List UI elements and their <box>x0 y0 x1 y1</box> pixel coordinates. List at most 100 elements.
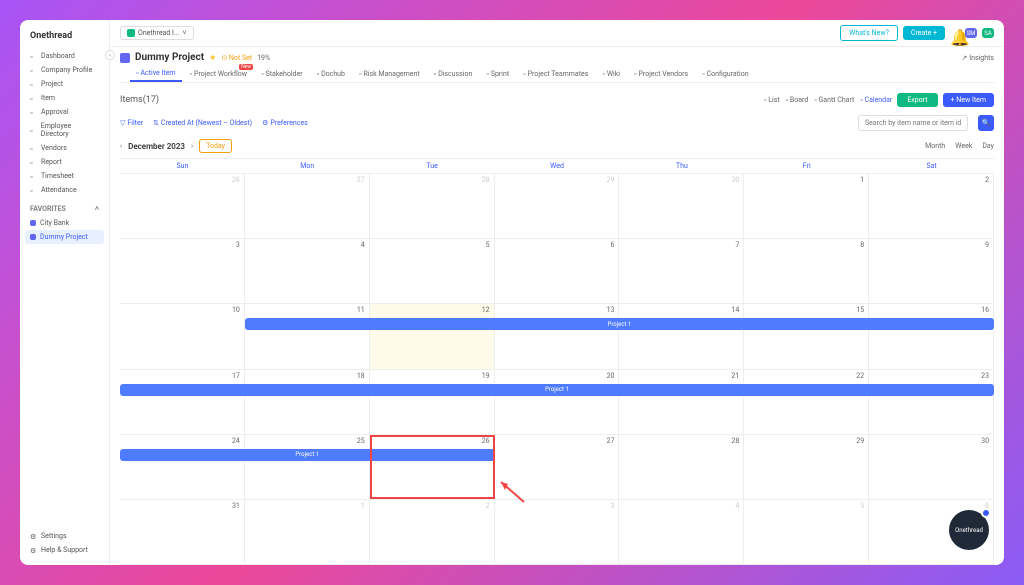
sort-button[interactable]: ⇅ Created At (Newest – Oldest) <box>153 119 252 127</box>
calendar-cell[interactable]: 18 <box>245 370 370 434</box>
sidebar-item-approval[interactable]: ▫Approval <box>25 105 104 119</box>
calendar-cell[interactable]: 1 <box>744 174 869 238</box>
calendar-cell[interactable]: 3 <box>495 500 620 564</box>
calendar-cell[interactable]: 8 <box>744 239 869 303</box>
calendar-cell[interactable]: 29 <box>495 174 620 238</box>
calendar-cell[interactable]: 16 <box>869 304 994 368</box>
user-avatar-2[interactable]: SA <box>982 28 994 38</box>
tab-stakeholder[interactable]: ▫Stakeholder <box>255 66 309 82</box>
calendar-cell[interactable]: 12 <box>370 304 495 368</box>
sidebar-item-company-profile[interactable]: ▫Company Profile <box>25 63 104 77</box>
calendar-cell[interactable]: 11 <box>245 304 370 368</box>
tab-active-item[interactable]: ▫Active Item <box>130 66 182 82</box>
calendar-cell[interactable]: 30 <box>869 435 994 499</box>
tab-project-workflow[interactable]: ▫Project WorkflowNew <box>184 66 254 82</box>
sidebar-item-report[interactable]: ▫Report <box>25 155 104 169</box>
calendar-cell[interactable]: 2 <box>370 500 495 564</box>
view-gantt-chart[interactable]: ▫ Gantt Chart <box>814 96 854 104</box>
nav-icon: ▫ <box>30 173 37 180</box>
calendar-cell[interactable]: 3 <box>120 239 245 303</box>
view-calendar[interactable]: ▫ Calendar <box>860 96 892 104</box>
create-button[interactable]: Create + <box>903 26 945 40</box>
star-icon[interactable]: ★ <box>209 53 216 62</box>
workspace-selector[interactable]: Onethread I... ˅ <box>120 26 194 40</box>
calendar-cell[interactable]: 7 <box>619 239 744 303</box>
sidebar: Onethread ▫Dashboard▫Company Profile▫Pro… <box>20 20 110 565</box>
calendar-cell[interactable]: 27 <box>245 174 370 238</box>
today-button[interactable]: Today <box>199 139 232 153</box>
sidebar-item-attendance[interactable]: ▫Attendance <box>25 183 104 197</box>
nav-icon: ▫ <box>30 159 37 166</box>
calendar-cell[interactable]: 10 <box>120 304 245 368</box>
calendar-cell[interactable]: 19 <box>370 370 495 434</box>
calendar-cell[interactable]: 28 <box>619 435 744 499</box>
prev-month-button[interactable]: ‹ <box>120 142 122 150</box>
sidebar-item-employee-directory[interactable]: ▫Employee Directory <box>25 119 104 141</box>
sidebar-item-vendors[interactable]: ▫Vendors <box>25 141 104 155</box>
calendar-cell[interactable]: 4 <box>619 500 744 564</box>
search-input[interactable] <box>858 115 968 131</box>
next-month-button[interactable]: › <box>191 142 193 150</box>
user-avatar-1[interactable]: SM <box>965 28 977 38</box>
calendar-cell[interactable]: 14 <box>619 304 744 368</box>
calendar-cell[interactable]: 5 <box>744 500 869 564</box>
insights-button[interactable]: ↗ Insights <box>961 54 994 62</box>
preferences-button[interactable]: ⚙ Preferences <box>262 119 308 127</box>
period-month[interactable]: Month <box>925 142 945 150</box>
sidebar-item-timesheet[interactable]: ▫Timesheet <box>25 169 104 183</box>
sidebar-item-item[interactable]: ▫Item <box>25 91 104 105</box>
search-button[interactable]: 🔍 <box>978 115 994 131</box>
favorite-item[interactable]: Dummy Project <box>25 230 104 244</box>
calendar-cell[interactable]: 30 <box>619 174 744 238</box>
calendar-cell[interactable]: 4 <box>245 239 370 303</box>
favorite-item[interactable]: City Bank <box>25 216 104 230</box>
sidebar-item-project[interactable]: ▫Project <box>25 77 104 91</box>
calendar-cell[interactable]: 13 <box>495 304 620 368</box>
notification-icon[interactable]: 🔔 <box>950 28 960 38</box>
footer-item-settings[interactable]: ⚙Settings <box>25 529 104 543</box>
tab-discussion[interactable]: ▫Discussion <box>428 66 479 82</box>
calendar-cell[interactable]: 6 <box>495 239 620 303</box>
status-not-set[interactable]: ⊙ Not Set <box>221 54 252 62</box>
sidebar-collapse-button[interactable]: ‹ <box>105 50 115 60</box>
favorites-header[interactable]: FAVORITES ˄ <box>25 202 104 216</box>
calendar-cell[interactable]: 5 <box>370 239 495 303</box>
footer-item-help-support[interactable]: ⚙Help & Support <box>25 543 104 557</box>
calendar-event[interactable]: Project 1 <box>120 384 994 396</box>
tab-dochub[interactable]: ▫Dochub <box>311 66 351 82</box>
calendar-cell[interactable]: 20 <box>495 370 620 434</box>
tab-project-vendors[interactable]: ▫Project Vendors <box>628 66 694 82</box>
calendar-cell[interactable]: 26 <box>120 174 245 238</box>
tab-project-teammates[interactable]: ▫Project Teammates <box>517 66 594 82</box>
sidebar-item-dashboard[interactable]: ▫Dashboard <box>25 49 104 63</box>
calendar-cell[interactable]: 15 <box>744 304 869 368</box>
view-board[interactable]: ▫ Board <box>786 96 809 104</box>
calendar-cell[interactable]: 17 <box>120 370 245 434</box>
whats-new-button[interactable]: What's New? <box>840 25 898 41</box>
period-day[interactable]: Day <box>982 142 994 150</box>
nav-icon: ▫ <box>30 53 37 60</box>
calendar-cell[interactable]: 9 <box>869 239 994 303</box>
view-list[interactable]: ▫ List <box>764 96 780 104</box>
calendar-cell[interactable]: 22 <box>744 370 869 434</box>
calendar-cell[interactable]: 31 <box>120 500 245 564</box>
calendar-cell[interactable]: 24 <box>120 435 245 499</box>
calendar-cell[interactable]: 23 <box>869 370 994 434</box>
tab-sprint[interactable]: ▫Sprint <box>480 66 515 82</box>
calendar-cell[interactable]: 28 <box>370 174 495 238</box>
export-button[interactable]: Export <box>897 93 937 107</box>
filter-button[interactable]: ▽ Filter <box>120 119 143 127</box>
calendar-cell[interactable]: 29 <box>744 435 869 499</box>
tab-configuration[interactable]: ▫Configuration <box>696 66 754 82</box>
tab-risk-management[interactable]: ▫Risk Management <box>353 66 426 82</box>
calendar-cell[interactable]: 25 <box>245 435 370 499</box>
calendar-row: 31123456 <box>120 500 994 565</box>
calendar-cell[interactable]: 2 <box>869 174 994 238</box>
period-week[interactable]: Week <box>955 142 972 150</box>
calendar-cell[interactable]: 1 <box>245 500 370 564</box>
chat-widget[interactable]: Onethread <box>949 510 989 550</box>
calendar-cell[interactable]: 21 <box>619 370 744 434</box>
tab-wiki[interactable]: ▫Wiki <box>596 66 626 82</box>
new-item-button[interactable]: + New Item <box>943 93 994 107</box>
calendar-event[interactable]: Project 1 <box>245 318 994 330</box>
